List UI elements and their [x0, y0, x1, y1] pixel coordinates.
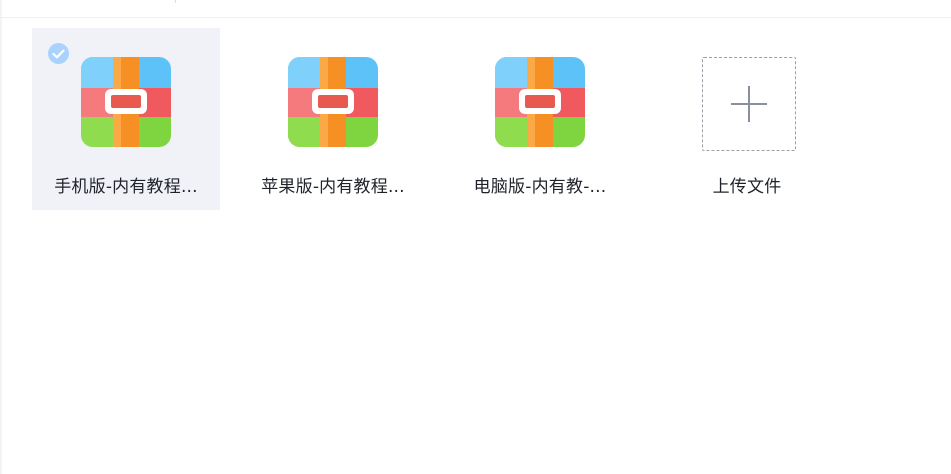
file-card[interactable]: 苹果版-内有教程...: [239, 28, 427, 210]
plus-icon: [731, 86, 767, 122]
file-card[interactable]: 电脑版-内有教-...: [446, 28, 634, 210]
upload-label: 上传文件: [712, 177, 782, 197]
file-card[interactable]: 手机版-内有教程...: [32, 28, 220, 210]
file-browser-page: 手机版-内有教程... 苹果版-内有教程... 电脑版-内有教-... 上传文件: [0, 0, 951, 474]
file-name: 电脑版-内有教-...: [473, 177, 607, 197]
archive-file-icon: [288, 57, 378, 147]
file-name: 手机版-内有教程...: [54, 177, 198, 197]
file-grid: 手机版-内有教程... 苹果版-内有教程... 电脑版-内有教-... 上传文件: [32, 28, 841, 210]
top-divider: [0, 17, 951, 18]
archive-file-icon: [495, 57, 585, 147]
left-border: [0, 0, 2, 474]
file-name: 苹果版-内有教程...: [261, 177, 405, 197]
archive-file-icon: [81, 57, 171, 147]
check-icon[interactable]: [48, 43, 69, 64]
upload-file-button[interactable]: 上传文件: [653, 28, 841, 210]
upload-dropzone[interactable]: [702, 57, 796, 151]
top-tick: [175, 0, 176, 3]
